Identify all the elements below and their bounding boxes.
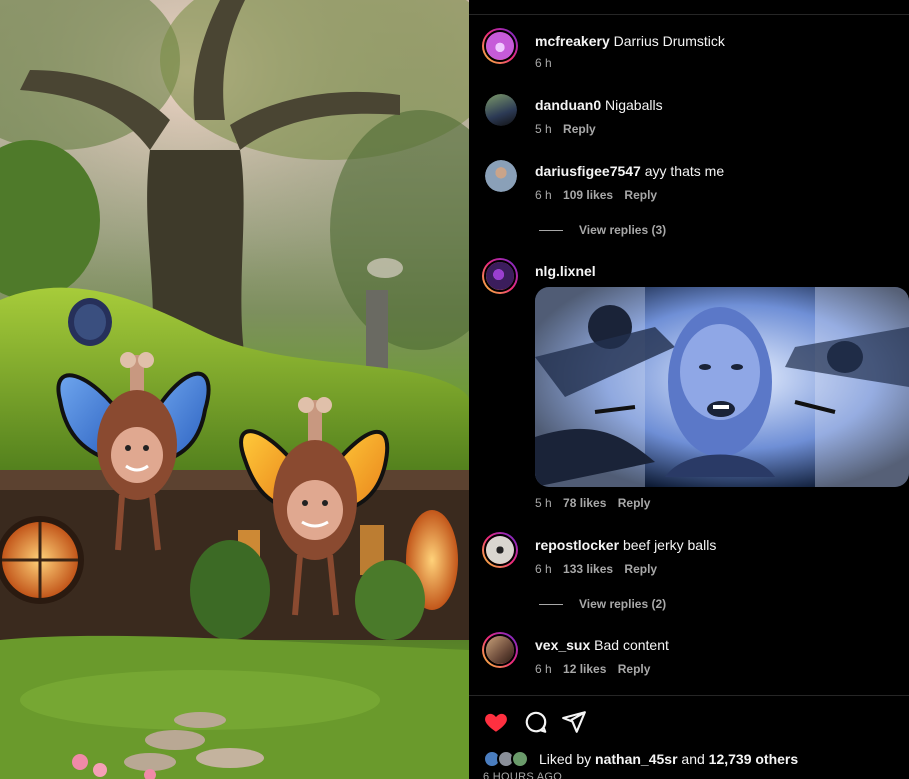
comment-time: 5 h (535, 496, 552, 510)
share-icon[interactable] (561, 709, 587, 735)
comment-likes[interactable]: 12 likes (563, 662, 606, 676)
replies-dash (539, 604, 563, 606)
avatar[interactable] (485, 160, 517, 192)
comment-username[interactable]: dariusfigee7547 (535, 163, 641, 179)
liked-by-prefix: Liked by (539, 751, 592, 767)
reply-button[interactable]: Reply (563, 122, 596, 136)
comment-username[interactable]: mcfreakery (535, 33, 610, 49)
comments-panel: mcfreakery Darrius Drumstick 6 h danduan… (469, 0, 909, 779)
liker-avatar (511, 750, 529, 768)
comment-text: beef jerky balls (622, 537, 717, 553)
header-divider (469, 14, 909, 15)
comment-username[interactable]: danduan0 (535, 97, 601, 113)
view-replies-button[interactable]: View replies (2) (539, 597, 666, 611)
post-media-image[interactable] (0, 0, 469, 779)
comment-time: 6 h (535, 56, 552, 70)
liked-by-and: and (681, 751, 705, 767)
actions-divider (469, 695, 909, 696)
electro-face-image (535, 287, 909, 487)
reply-button[interactable]: Reply (618, 662, 651, 676)
comment-text: Darrius Drumstick (613, 33, 725, 49)
heart-icon[interactable] (483, 709, 509, 735)
comment-text: ayy thats me (644, 163, 725, 179)
comment-time: 6 h (535, 562, 552, 576)
reply-button[interactable]: Reply (624, 562, 657, 576)
comment-icon[interactable] (523, 709, 549, 735)
view-replies-button[interactable]: View replies (3) (539, 223, 666, 237)
avatar[interactable] (485, 94, 517, 126)
avatar[interactable] (482, 28, 518, 64)
comment-username[interactable]: nlg.lixnel (535, 263, 596, 279)
comment-text: Nigaballs (605, 97, 663, 113)
reply-button[interactable]: Reply (624, 188, 657, 202)
liked-by-others[interactable]: 12,739 others (709, 751, 799, 767)
hobbit-hole-artwork (0, 0, 469, 779)
avatar[interactable] (482, 258, 518, 294)
comment-likes[interactable]: 133 likes (563, 562, 613, 576)
comment-username[interactable]: repostlocker (535, 537, 619, 553)
post-timestamp: 6 HOURS AGO (483, 771, 563, 779)
reply-button[interactable]: Reply (618, 496, 651, 510)
comment-username[interactable]: vex_sux (535, 637, 590, 653)
comment-time: 5 h (535, 122, 552, 136)
avatar[interactable] (482, 632, 518, 668)
comment-likes[interactable]: 109 likes (563, 188, 613, 202)
liker-avatars (483, 750, 537, 768)
comment-media-image[interactable] (535, 287, 909, 487)
avatar[interactable] (482, 532, 518, 568)
liked-by-user[interactable]: nathan_45sr (595, 751, 677, 767)
comment-time: 6 h (535, 188, 552, 202)
comment-text: Bad content (594, 637, 669, 653)
comment-likes[interactable]: 78 likes (563, 496, 606, 510)
comment-time: 6 h (535, 662, 552, 676)
replies-dash (539, 230, 563, 232)
